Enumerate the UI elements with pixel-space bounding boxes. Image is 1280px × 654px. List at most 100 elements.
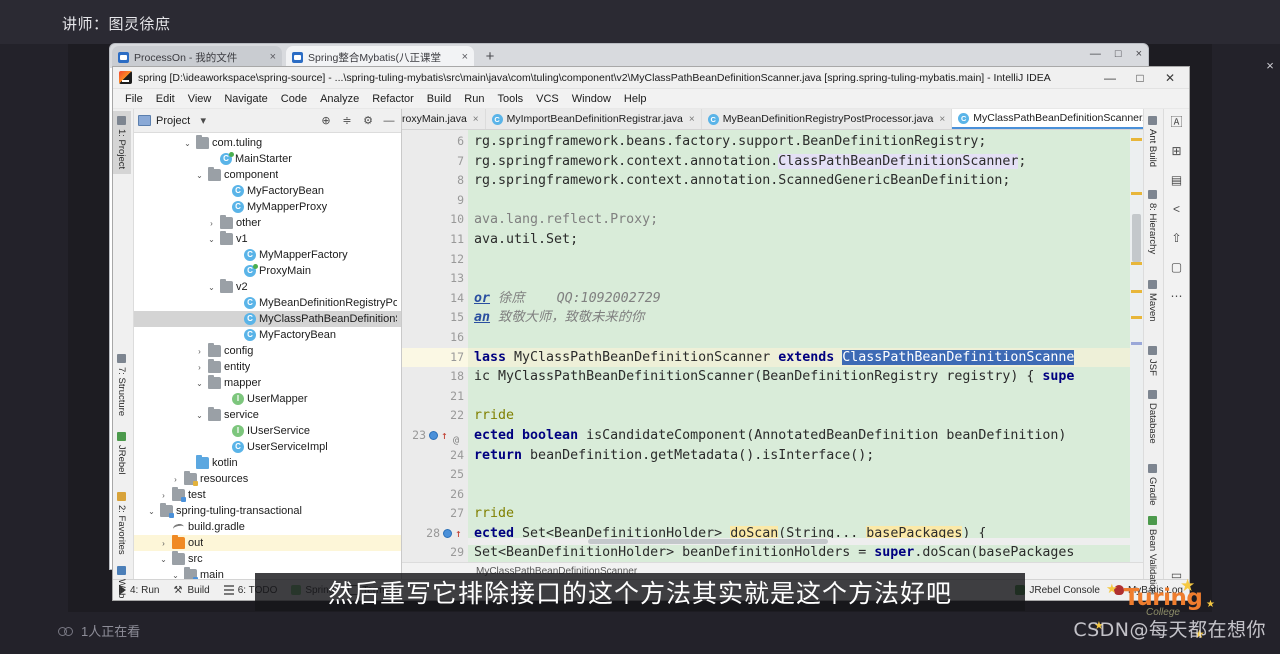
- gutter-line[interactable]: 10: [402, 210, 468, 230]
- tree-node[interactable]: ⌄ service: [134, 407, 401, 423]
- tool-tab-jsf[interactable]: JSF: [1143, 341, 1162, 381]
- tool-tab-bean-validation[interactable]: Bean Validation: [1143, 511, 1162, 600]
- gutter-line[interactable]: 18: [402, 367, 468, 387]
- editor-tab-myimportbeandefinitionregistrar[interactable]: C MyImportBeanDefinitionRegistrar.java ×: [485, 109, 702, 129]
- gutter-line[interactable]: 6: [402, 132, 468, 152]
- tree-node[interactable]: › entity: [134, 359, 401, 375]
- tree-node[interactable]: C MyMapperProxy: [134, 199, 401, 215]
- tree-node[interactable]: ⌄ spring-tuling-transactional: [134, 503, 401, 519]
- share-icon[interactable]: <: [1169, 202, 1184, 217]
- chevron-down-icon[interactable]: ⌄: [170, 571, 181, 580]
- code-editor[interactable]: 6 7 8 9 10 11 12 13 14 15 16 17 18 21 22 23 ↑ @24 25 26 27 28…: [402, 130, 1143, 562]
- tree-node[interactable]: build.gradle: [134, 519, 401, 535]
- tool-tab-web[interactable]: Web: [113, 561, 131, 600]
- menu-item-help[interactable]: Help: [618, 91, 653, 107]
- close-button[interactable]: ×: [1136, 48, 1142, 60]
- menu-item-view[interactable]: View: [182, 91, 218, 107]
- code-line[interactable]: [468, 250, 1130, 270]
- gutter-line[interactable]: 7: [402, 152, 468, 172]
- notes-icon[interactable]: ▤: [1169, 173, 1184, 188]
- editor-tab-mybeandefinitionregistrypostprocessor[interactable]: C MyBeanDefinitionRegistryPostProcessor.…: [701, 109, 953, 129]
- code-line[interactable]: [468, 328, 1130, 348]
- tool-tab-database[interactable]: Database: [1143, 385, 1162, 449]
- chevron-down-icon[interactable]: ⌄: [194, 379, 205, 388]
- breakpoint-icon[interactable]: [443, 529, 452, 539]
- menu-item-vcs[interactable]: VCS: [530, 91, 565, 107]
- tree-node[interactable]: › resources: [134, 471, 401, 487]
- gutter-line[interactable]: 15: [402, 308, 468, 328]
- tool-tab-jrebel[interactable]: JRebel: [113, 427, 131, 480]
- gutter-line[interactable]: 21: [402, 387, 468, 407]
- gutter-line[interactable]: 28 ↑: [402, 524, 468, 544]
- code-line[interactable]: rg.springframework.context.annotation.Cl…: [468, 152, 1130, 172]
- comment-icon[interactable]: ▢: [1169, 260, 1184, 275]
- chevron-down-icon[interactable]: ⌄: [194, 171, 205, 180]
- tree-node[interactable]: ⌄ v1: [134, 231, 401, 247]
- tree-node[interactable]: C MyFactoryBean: [134, 327, 401, 343]
- code-line[interactable]: rride: [468, 504, 1130, 524]
- maximize-button[interactable]: □: [1115, 48, 1122, 60]
- tree-node[interactable]: ⌄ com.tuling: [134, 135, 401, 151]
- code-line[interactable]: ava.util.Set;: [468, 230, 1130, 250]
- close-icon[interactable]: ×: [473, 114, 479, 125]
- code-line[interactable]: rride: [468, 406, 1130, 426]
- close-icon[interactable]: ×: [689, 114, 695, 125]
- menu-item-analyze[interactable]: Analyze: [314, 91, 365, 107]
- menu-item-run[interactable]: Run: [458, 91, 490, 107]
- stream-close-icon[interactable]: ×: [1263, 58, 1277, 74]
- code-line[interactable]: lass MyClassPathBeanDefinitionScanner ex…: [468, 347, 1130, 368]
- menu-item-build[interactable]: Build: [421, 91, 457, 107]
- more-options-icon[interactable]: ⋯: [1169, 289, 1184, 304]
- override-marker-icon[interactable]: ↑: [455, 528, 464, 539]
- code-line[interactable]: rg.springframework.context.annotation.Sc…: [468, 171, 1130, 191]
- editor-tab-myclasspathbeandefinitionscanner[interactable]: C MyClassPathBeanDefinitionScanner.java …: [952, 109, 1143, 129]
- code-line[interactable]: return beanDefinition.getMetadata().isIn…: [468, 446, 1130, 466]
- gutter-line[interactable]: 27: [402, 504, 468, 524]
- plus-icon[interactable]: ⊞: [1169, 144, 1184, 159]
- chevron-down-icon[interactable]: ⌄: [194, 411, 205, 420]
- menu-item-edit[interactable]: Edit: [150, 91, 181, 107]
- gear-icon[interactable]: ⚙: [360, 114, 376, 127]
- chevron-right-icon[interactable]: ›: [158, 491, 169, 500]
- gutter-line[interactable]: 17: [402, 347, 468, 368]
- tree-node[interactable]: C MyFactoryBean: [134, 183, 401, 199]
- hide-panel-icon[interactable]: —: [381, 115, 397, 127]
- gutter-line[interactable]: 29: [402, 543, 468, 562]
- gutter-line[interactable]: 16: [402, 328, 468, 348]
- code-line[interactable]: [468, 465, 1130, 485]
- minimize-button[interactable]: —: [1090, 48, 1101, 60]
- code-line[interactable]: or 徐庶 QQ:1092002729: [468, 289, 1130, 309]
- gutter-line[interactable]: 12: [402, 250, 468, 270]
- menu-item-file[interactable]: File: [119, 91, 149, 107]
- chevron-right-icon[interactable]: ›: [158, 539, 169, 548]
- tree-node[interactable]: ⌄ src: [134, 551, 401, 567]
- chevron-down-icon[interactable]: ⌄: [206, 283, 217, 292]
- gutter-line[interactable]: 26: [402, 485, 468, 505]
- code-text-area[interactable]: rg.springframework.beans.factory.support…: [468, 130, 1130, 562]
- collapse-all-icon[interactable]: ≑: [339, 114, 355, 127]
- tree-node[interactable]: ⌄ component: [134, 167, 401, 183]
- code-line[interactable]: Set<BeanDefinitionHolder> beanDefinition…: [468, 543, 1130, 562]
- chevron-down-icon[interactable]: ⌄: [206, 235, 217, 244]
- menu-item-refactor[interactable]: Refactor: [366, 91, 420, 107]
- tree-node[interactable]: › out: [134, 535, 401, 551]
- code-line[interactable]: ic MyClassPathBeanDefinitionScanner(Bean…: [468, 367, 1130, 387]
- tree-node[interactable]: ⌄ mapper: [134, 375, 401, 391]
- tree-node[interactable]: I UserMapper: [134, 391, 401, 407]
- tool-tab-project[interactable]: 1: Project: [113, 111, 131, 175]
- tool-tab-ant-build[interactable]: Ant Build: [1143, 111, 1162, 172]
- browser-tab-spring-mybatis[interactable]: Spring整合Mybatis(八正课堂 ×: [286, 46, 474, 68]
- new-tab-button[interactable]: +: [480, 49, 500, 67]
- minimize-button[interactable]: —: [1095, 67, 1125, 89]
- scroll-from-source-icon[interactable]: ⊕: [318, 114, 334, 127]
- tool-tab-gradle[interactable]: Gradle: [1143, 459, 1162, 511]
- tree-node[interactable]: › config: [134, 343, 401, 359]
- close-icon[interactable]: ×: [939, 114, 945, 125]
- breakpoint-icon[interactable]: [429, 431, 438, 441]
- editor-marker-scrollbar[interactable]: [1130, 130, 1143, 562]
- chevron-right-icon[interactable]: ›: [206, 219, 217, 228]
- close-icon[interactable]: ×: [266, 51, 276, 63]
- status-build-button[interactable]: ⚒ Build: [173, 585, 209, 597]
- ai-assistant-icon[interactable]: 🄰: [1169, 115, 1184, 130]
- tree-node[interactable]: C MyMapperFactory: [134, 247, 401, 263]
